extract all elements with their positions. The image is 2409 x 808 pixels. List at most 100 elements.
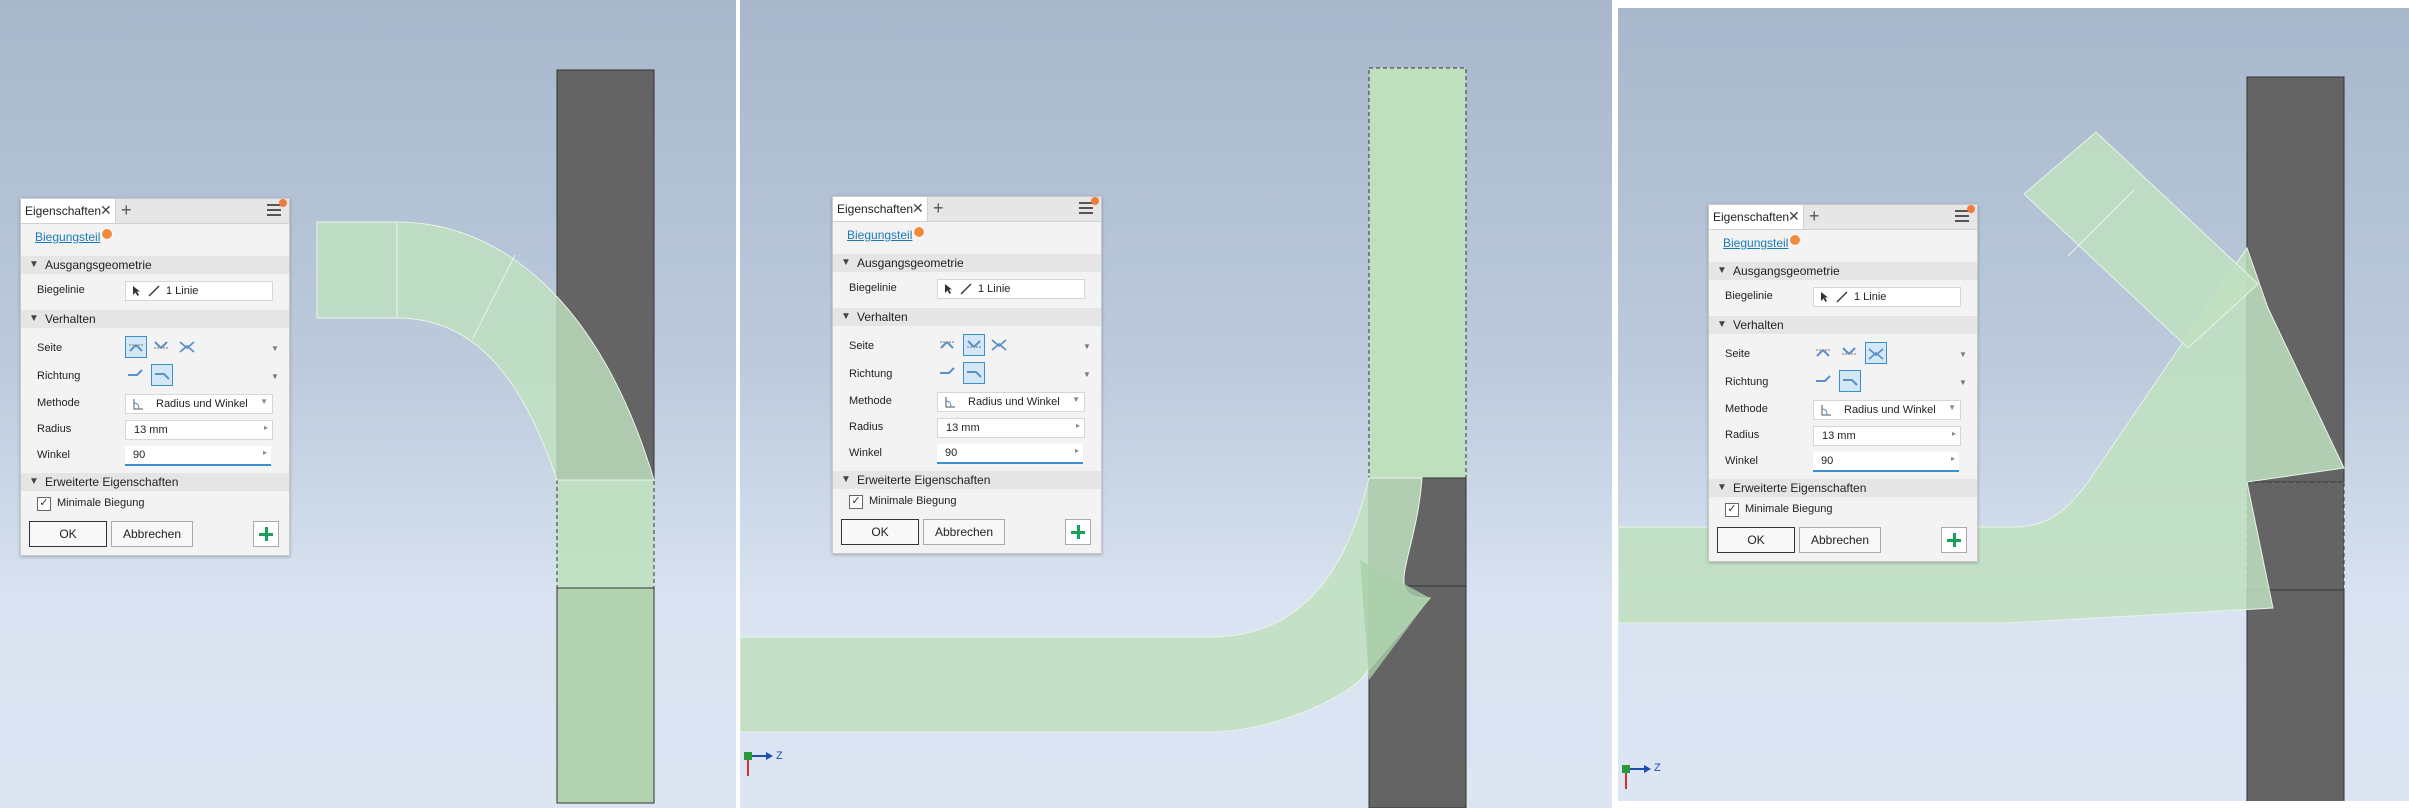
side-option-2-icon[interactable]: [151, 336, 173, 358]
chevron-down-icon[interactable]: ▼: [1959, 350, 1967, 359]
side-option-3-icon[interactable]: [989, 334, 1011, 356]
bend-line-value: 1 Linie: [166, 285, 199, 297]
side-option-3-icon[interactable]: [1865, 342, 1887, 364]
method-select[interactable]: Radius und Winkel ▼: [937, 392, 1085, 412]
close-icon[interactable]: ✕: [1788, 208, 1800, 225]
method-select[interactable]: Radius und Winkel ▼: [1813, 400, 1961, 420]
minimal-bend-checkbox[interactable]: ✓: [1725, 503, 1739, 517]
chevron-down-icon[interactable]: ▼: [1083, 342, 1091, 351]
method-select[interactable]: Radius und Winkel ▼: [125, 394, 273, 414]
direction-option-1-icon[interactable]: [125, 364, 147, 386]
add-tab-icon[interactable]: +: [121, 200, 132, 221]
side-option-1-icon[interactable]: [125, 336, 147, 358]
spinner-icon[interactable]: ▸: [1951, 454, 1955, 463]
section-advanced[interactable]: ▼ Erweiterte Eigenschaften: [833, 471, 1101, 489]
radius-angle-icon: [1821, 405, 1831, 416]
direction-option-2-icon[interactable]: [963, 362, 985, 384]
collapse-icon: ▼: [1717, 265, 1727, 276]
section-behavior[interactable]: ▼ Verhalten: [1709, 316, 1977, 334]
bend-line-selector[interactable]: 1 Linie: [125, 281, 273, 301]
direction-label: Richtung: [849, 368, 893, 380]
tab-properties[interactable]: Eigenschaften ✕: [833, 197, 928, 221]
radius-label: Radius: [1725, 429, 1760, 441]
menu-icon[interactable]: [267, 204, 281, 218]
part-link[interactable]: Biegungsteil: [847, 228, 912, 242]
direction-option-2-icon[interactable]: [1839, 370, 1861, 392]
section-advanced[interactable]: ▼ Erweiterte Eigenschaften: [21, 473, 289, 491]
spinner-icon[interactable]: ▸: [1952, 429, 1956, 438]
side-label: Seite: [1725, 348, 1751, 360]
radius-field[interactable]: 13 mm ▸: [1813, 426, 1961, 446]
chevron-down-icon[interactable]: ▼: [1959, 378, 1967, 387]
tab-properties[interactable]: Eigenschaften ✕: [21, 199, 116, 223]
viewport-panel-3[interactable]: Z Eigenschaften ✕ + Biegungsteil ▼ Ausga…: [1618, 8, 2409, 801]
cancel-button[interactable]: Abbrechen: [923, 519, 1005, 545]
section-behavior[interactable]: ▼ Verhalten: [21, 310, 289, 328]
collapse-icon: ▼: [841, 474, 851, 485]
cancel-button[interactable]: Abbrechen: [1799, 527, 1881, 553]
section-source-geometry[interactable]: ▼ Ausgangsgeometrie: [21, 256, 289, 274]
notification-dot: [1091, 197, 1099, 205]
direction-option-1-icon[interactable]: [937, 362, 959, 384]
minimal-bend-checkbox[interactable]: ✓: [37, 497, 51, 511]
part-link[interactable]: Biegungsteil: [1723, 236, 1788, 250]
bend-line-selector[interactable]: 1 Linie: [937, 279, 1085, 299]
bend-line-value: 1 Linie: [978, 283, 1011, 295]
angle-field[interactable]: 90 ▸: [125, 446, 271, 466]
side-option-1-icon[interactable]: [1813, 342, 1835, 364]
tab-bar: Eigenschaften ✕ +: [1709, 205, 1977, 230]
bend-line-label: Biegelinie: [849, 282, 897, 294]
ok-button[interactable]: OK: [1717, 527, 1795, 553]
spinner-icon[interactable]: ▸: [263, 448, 267, 457]
spinner-icon[interactable]: ▸: [264, 423, 268, 432]
method-label: Methode: [37, 397, 80, 409]
angle-label: Winkel: [1725, 455, 1759, 467]
cancel-button[interactable]: Abbrechen: [111, 521, 193, 547]
viewport-panel-2[interactable]: Z Eigenschaften ✕ + Biegungsteil ▼ Ausga…: [740, 0, 1612, 808]
add-tab-icon[interactable]: +: [1809, 206, 1820, 227]
menu-icon[interactable]: [1955, 210, 1969, 224]
section-title: Verhalten: [45, 312, 96, 326]
chevron-down-icon[interactable]: ▼: [271, 372, 279, 381]
add-tab-icon[interactable]: +: [933, 198, 944, 219]
tab-properties[interactable]: Eigenschaften ✕: [1709, 205, 1804, 229]
direction-option-1-icon[interactable]: [1813, 370, 1835, 392]
ok-button[interactable]: OK: [841, 519, 919, 545]
radius-value: 13 mm: [134, 424, 168, 436]
minimal-bend-checkbox[interactable]: ✓: [849, 495, 863, 509]
side-option-3-icon[interactable]: [177, 336, 199, 358]
notification-dot: [279, 199, 287, 207]
section-title: Erweiterte Eigenschaften: [45, 475, 179, 489]
chevron-down-icon: ▼: [1072, 395, 1080, 404]
radius-field[interactable]: 13 mm ▸: [937, 418, 1085, 438]
spinner-icon[interactable]: ▸: [1076, 421, 1080, 430]
add-icon[interactable]: [1065, 519, 1091, 545]
side-option-2-icon[interactable]: [1839, 342, 1861, 364]
side-option-2-icon[interactable]: [963, 334, 985, 356]
collapse-icon: ▼: [1717, 482, 1727, 493]
side-option-1-icon[interactable]: [937, 334, 959, 356]
add-icon[interactable]: [253, 521, 279, 547]
part-link[interactable]: Biegungsteil: [35, 230, 100, 244]
chevron-down-icon[interactable]: ▼: [271, 344, 279, 353]
radius-angle-icon: [133, 399, 143, 410]
section-advanced[interactable]: ▼ Erweiterte Eigenschaften: [1709, 479, 1977, 497]
spinner-icon[interactable]: ▸: [1075, 446, 1079, 455]
section-behavior[interactable]: ▼ Verhalten: [833, 308, 1101, 326]
angle-field[interactable]: 90 ▸: [1813, 452, 1959, 472]
chevron-down-icon[interactable]: ▼: [1083, 370, 1091, 379]
radius-field[interactable]: 13 mm ▸: [125, 420, 273, 440]
add-icon[interactable]: [1941, 527, 1967, 553]
close-icon[interactable]: ✕: [100, 202, 112, 219]
close-icon[interactable]: ✕: [912, 200, 924, 217]
section-source-geometry[interactable]: ▼ Ausgangsgeometrie: [833, 254, 1101, 272]
ok-button[interactable]: OK: [29, 521, 107, 547]
status-badge-icon: [1789, 234, 1801, 246]
menu-icon[interactable]: [1079, 202, 1093, 216]
method-label: Methode: [1725, 403, 1768, 415]
angle-field[interactable]: 90 ▸: [937, 444, 1083, 464]
direction-option-2-icon[interactable]: [151, 364, 173, 386]
bend-line-selector[interactable]: 1 Linie: [1813, 287, 1961, 307]
viewport-panel-1[interactable]: Eigenschaften ✕ + Biegungsteil ▼ Ausgang…: [0, 0, 736, 808]
section-source-geometry[interactable]: ▼ Ausgangsgeometrie: [1709, 262, 1977, 280]
